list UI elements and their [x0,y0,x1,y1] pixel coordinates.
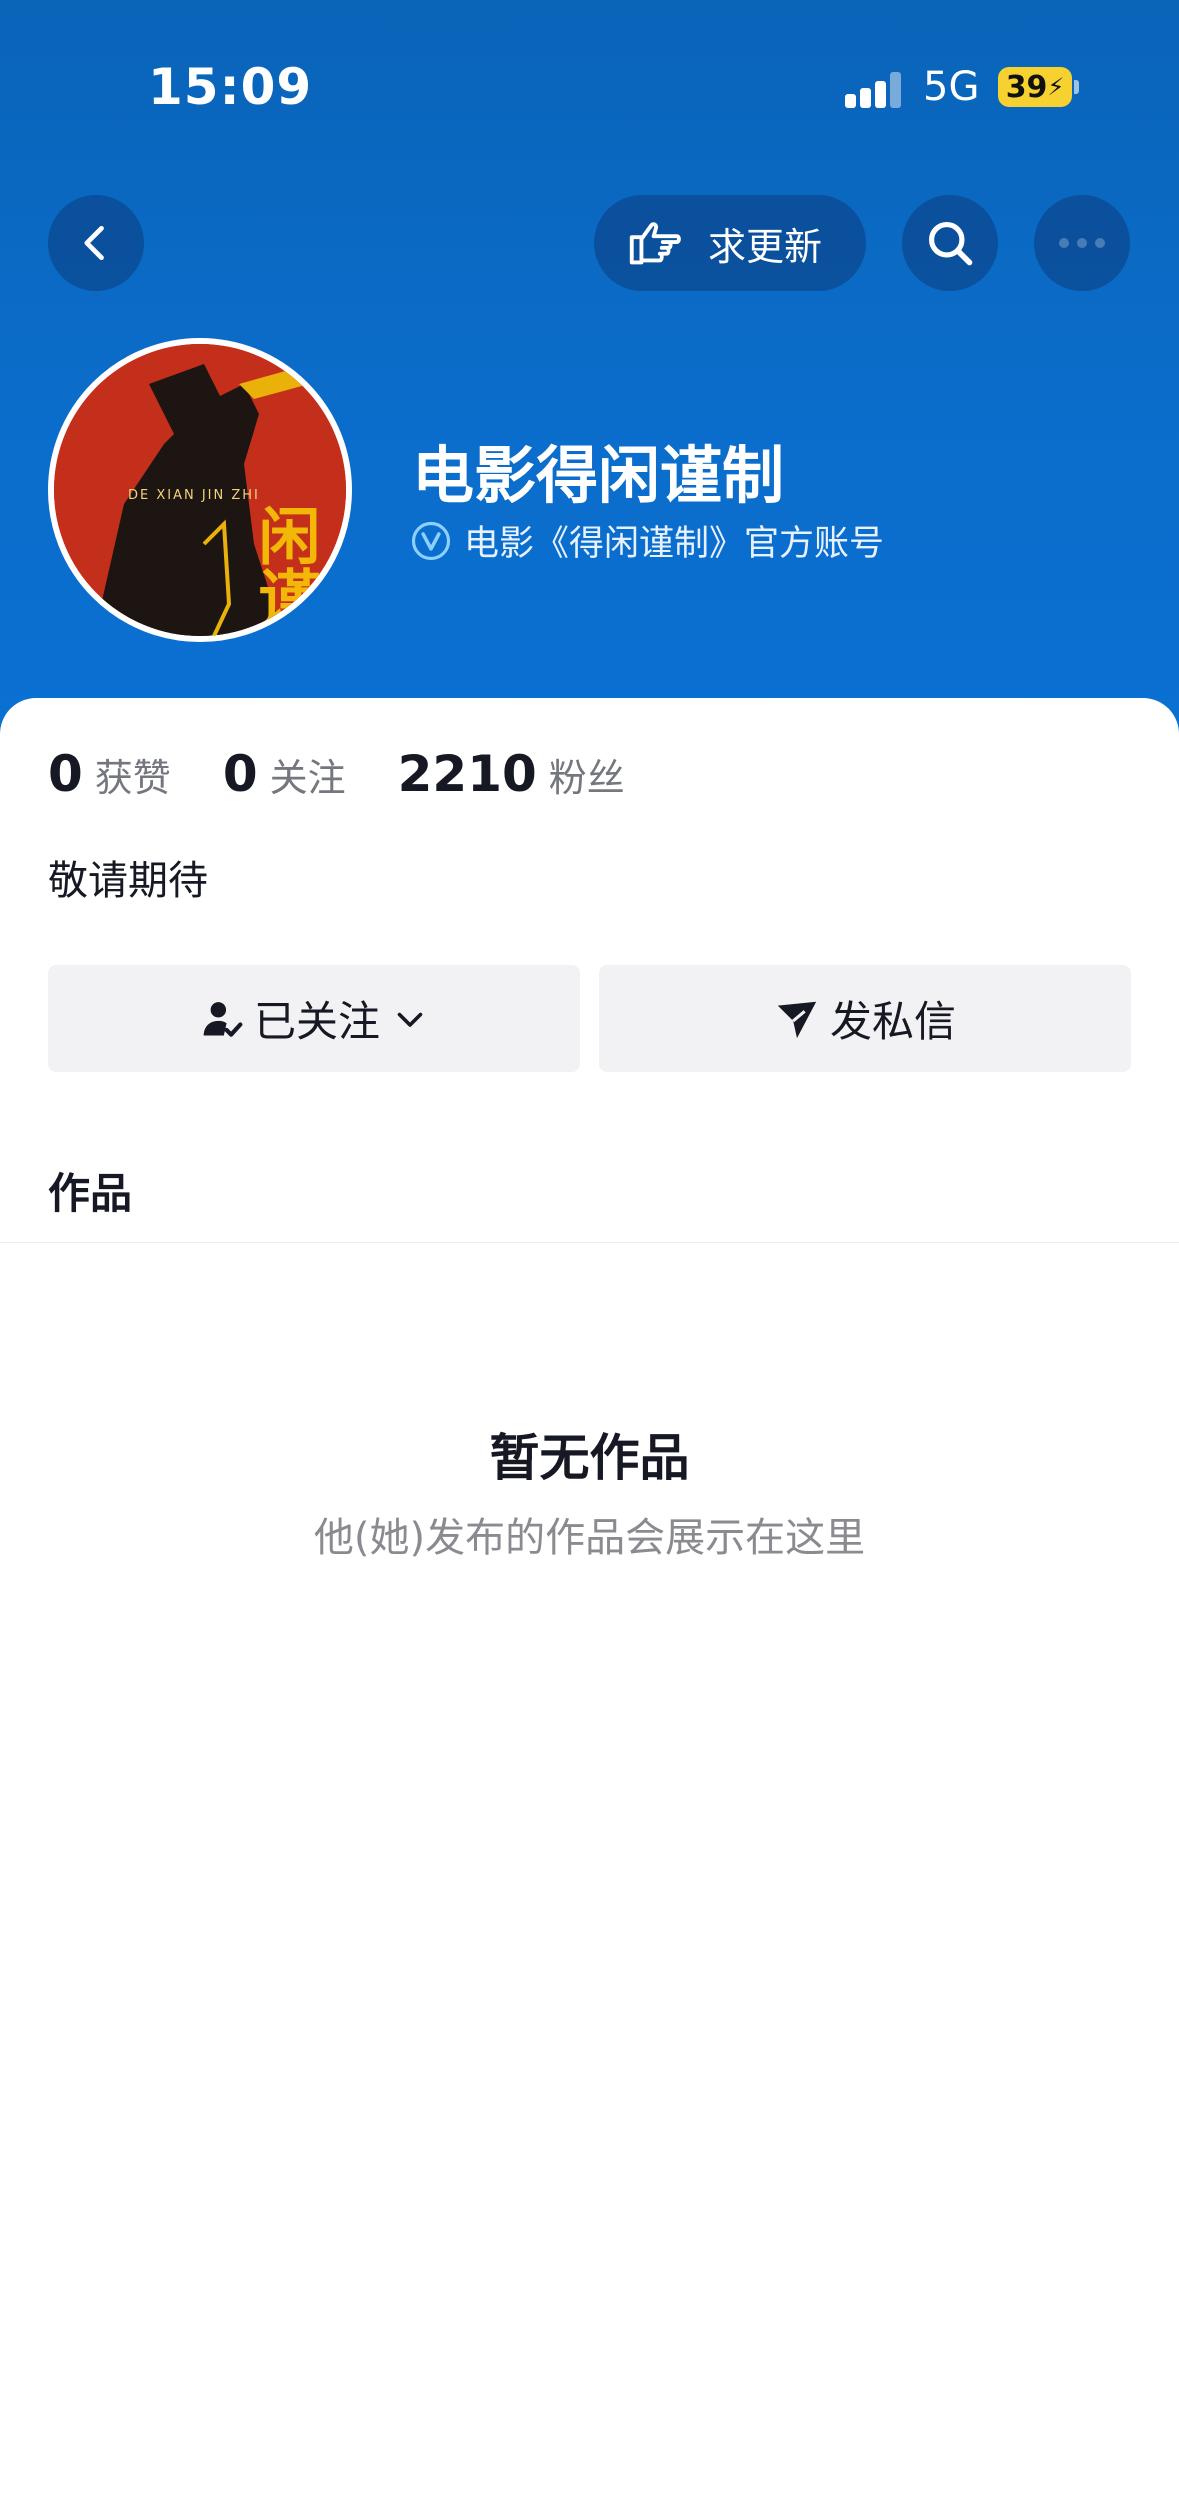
user-check-icon [203,1001,243,1037]
following-count[interactable]: 0 [223,745,258,803]
avatar-poster-art: 闲谨 DE XIAN JIN ZHI [54,344,346,636]
following-label[interactable]: 关注 [270,747,346,802]
request-update-label: 求更新 [708,224,823,269]
profile-bio: 敬请期待 [48,858,208,904]
search-button[interactable] [902,195,998,291]
followed-button[interactable]: 已关注 [48,965,580,1072]
empty-state-title: 暂无作品 [489,1429,690,1487]
chevron-down-icon [397,1012,423,1027]
followers-count[interactable]: 2210 [398,745,537,803]
avatar[interactable]: 闲谨 DE XIAN JIN ZHI [48,338,352,642]
battery-icon: 39 ⚡ [998,67,1072,107]
send-icon [777,1001,817,1038]
chevron-left-icon [84,225,104,261]
likes-label[interactable]: 获赞 [95,747,171,802]
verified-info: 电影《得闲谨制》官方账号 [410,515,884,566]
battery-tip [1074,80,1079,94]
tab-divider [0,1242,1179,1243]
send-message-label: 发私信 [829,997,956,1046]
followers-label[interactable]: 粉丝 [549,747,625,802]
more-icon [1059,238,1105,248]
profile-stats: 0 获赞 0 关注 2210 粉丝 [48,745,677,803]
profile-header: 15:09 5G 39 ⚡ 求更新 闲谨 DE XIAN JIN ZHI 电影得… [0,0,1179,760]
status-time: 15:09 [148,58,313,116]
back-button[interactable] [48,195,144,291]
verified-badge-icon [411,521,451,560]
network-type: 5G [923,64,980,110]
avatar-subtext: DE XIAN JIN ZHI [128,488,260,503]
signal-icon [845,68,905,108]
search-icon [928,221,973,266]
tab-works[interactable]: 作品 [48,1160,132,1221]
request-update-button[interactable]: 求更新 [594,195,866,291]
profile-name: 电影得闲谨制 [412,439,785,512]
more-button[interactable] [1034,195,1130,291]
likes-count[interactable]: 0 [48,745,83,803]
followed-label: 已关注 [253,997,380,1046]
empty-state-subtitle: 他(她)发布的作品会展示在这里 [313,1515,866,1561]
avatar-title-text: 闲谨 [248,504,321,628]
pointing-hand-icon [629,222,681,265]
battery-level: 39 [1005,69,1048,105]
verified-text: 电影《得闲谨制》官方账号 [464,524,885,564]
send-message-button[interactable]: 发私信 [599,965,1131,1072]
